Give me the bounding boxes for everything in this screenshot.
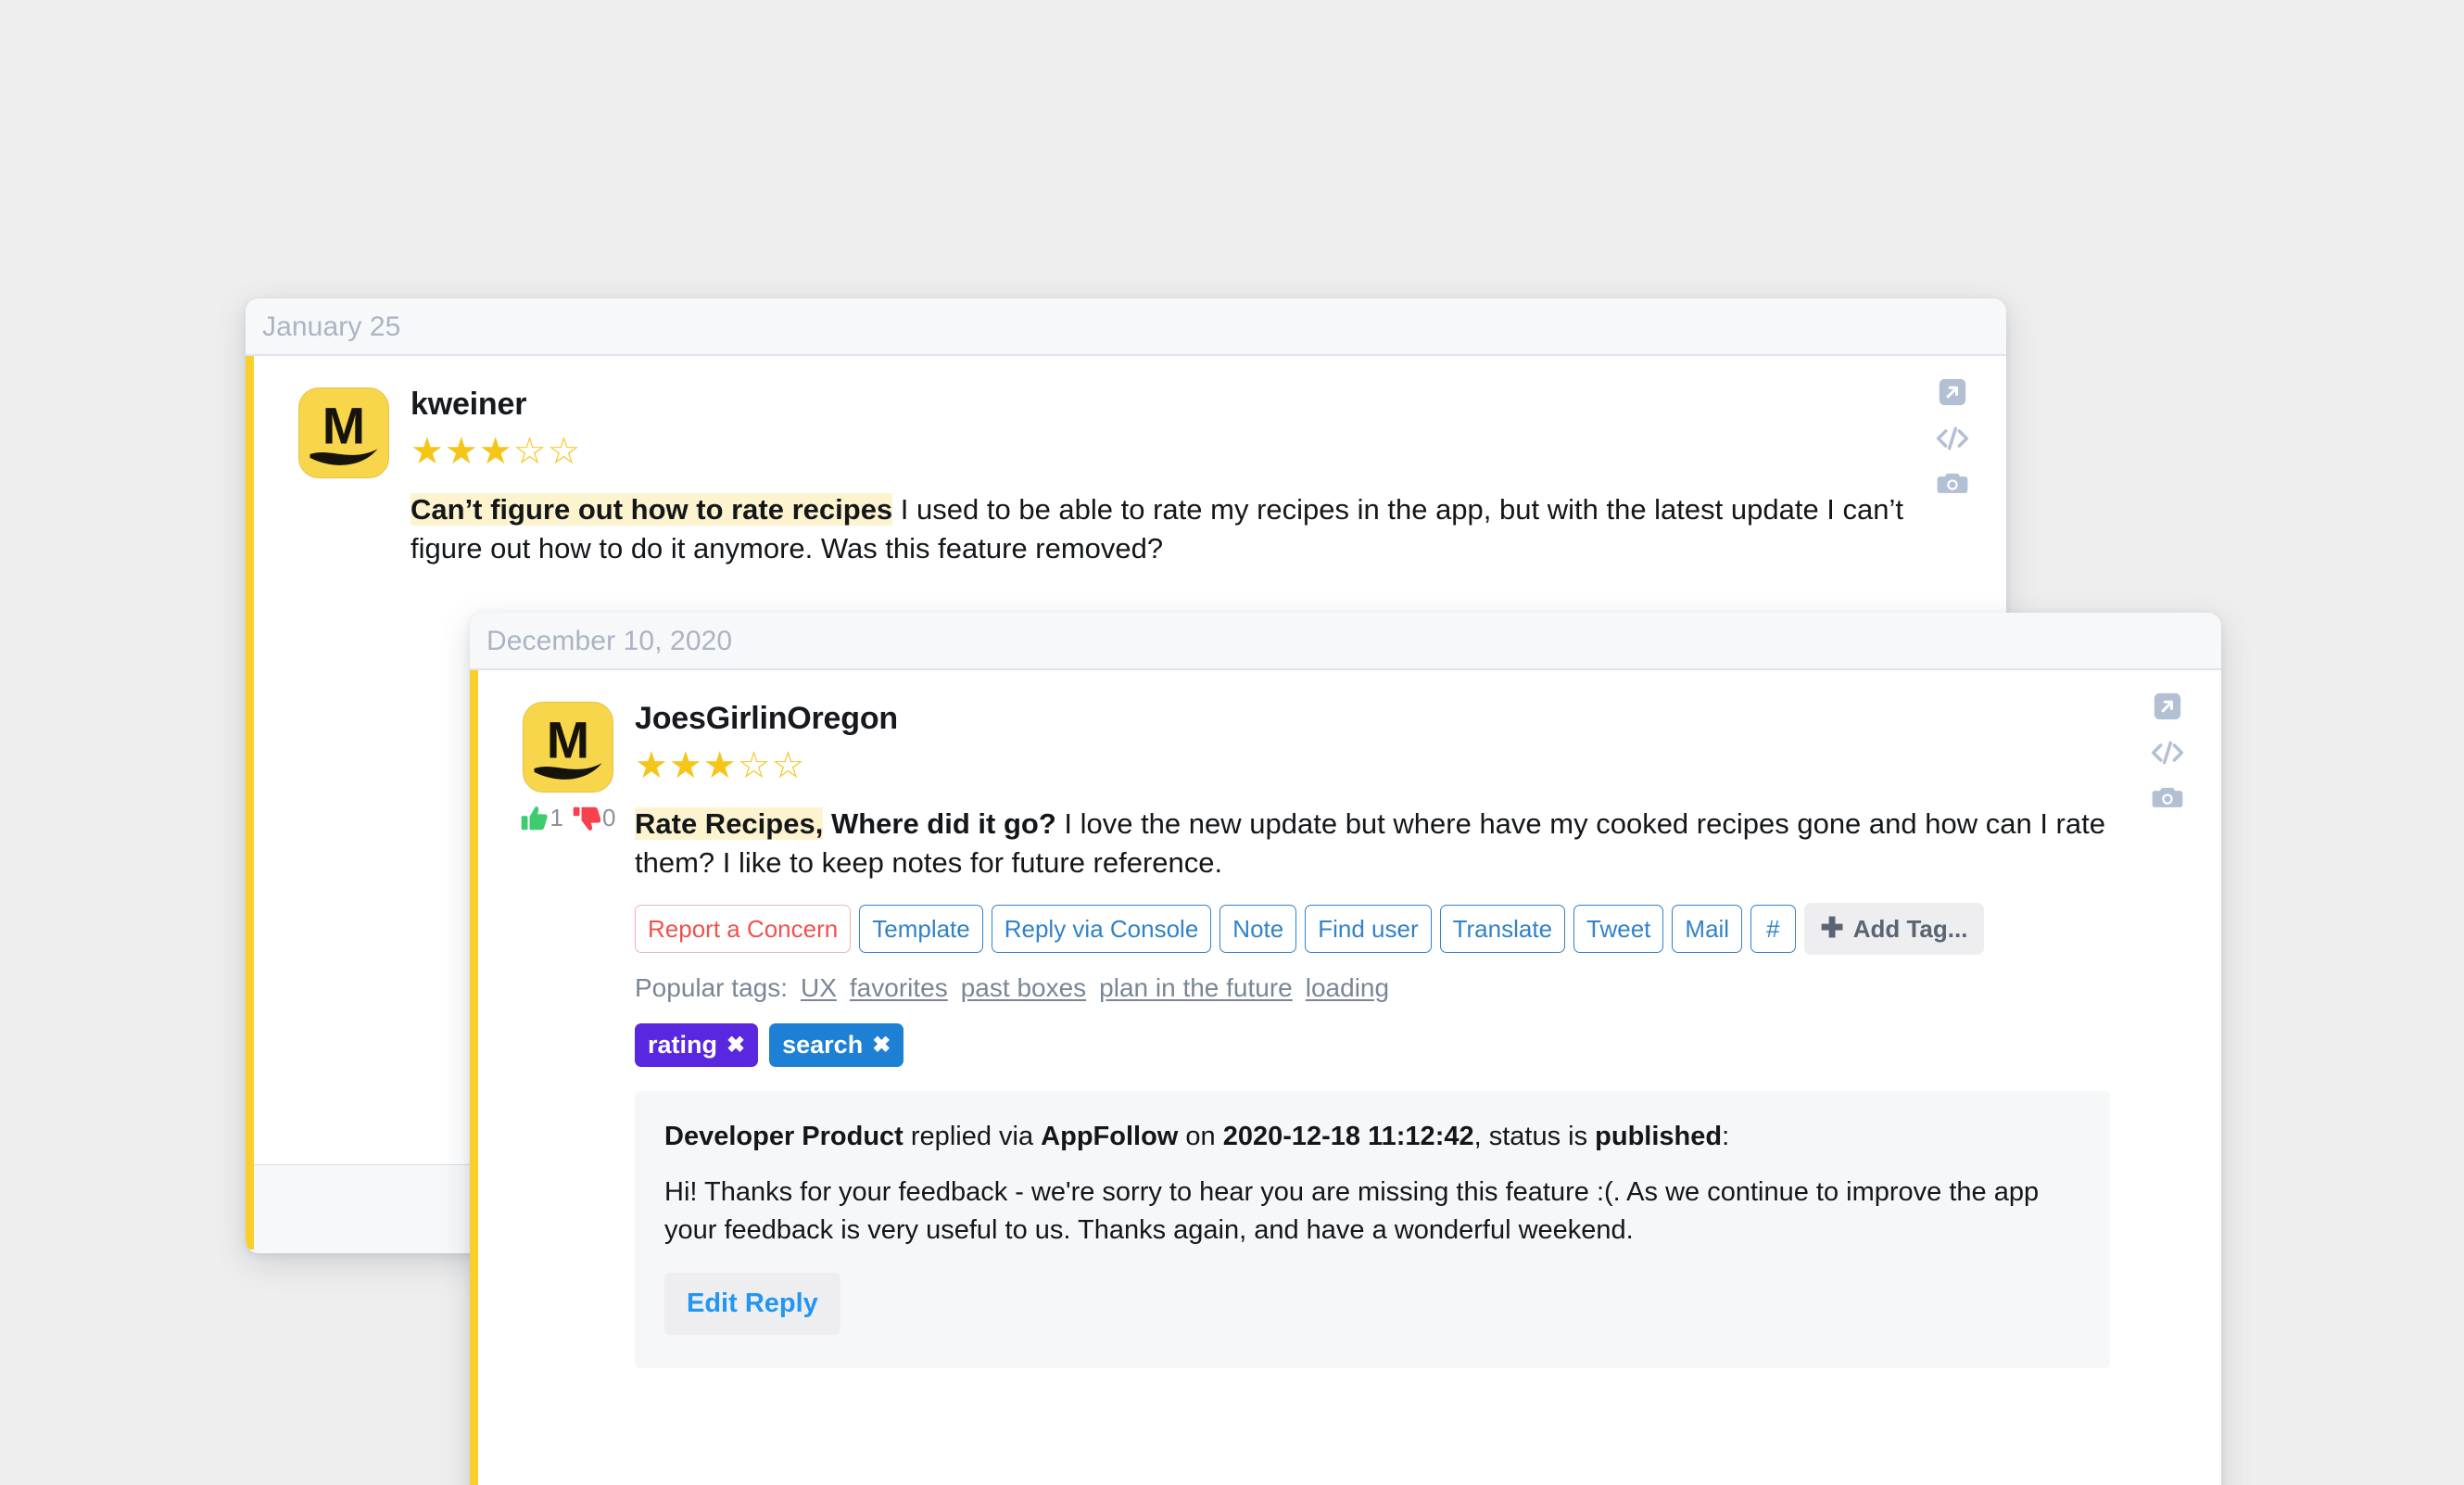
review-text: Rate Recipes, Where did it go? I love th… bbox=[635, 805, 2110, 882]
add-tag-label: Add Tag... bbox=[1852, 915, 1968, 944]
reply-timestamp: 2020-12-18 11:12:42 bbox=[1222, 1122, 1474, 1152]
review-title: Can’t figure out how to rate recipes bbox=[411, 493, 893, 527]
review-author: JoesGirlinOregon bbox=[635, 701, 898, 736]
reply-mid-2: on bbox=[1178, 1122, 1223, 1152]
popular-tags: Popular tags: UX favorites past boxes pl… bbox=[635, 973, 2110, 1003]
svg-text:M: M bbox=[322, 398, 365, 455]
popular-tag-plan-in-the-future[interactable]: plan in the future bbox=[1099, 973, 1293, 1003]
review-date: January 25 bbox=[262, 311, 401, 342]
popular-tag-past-boxes[interactable]: past boxes bbox=[961, 973, 1086, 1003]
developer-reply: Developer Product replied via AppFollow … bbox=[635, 1091, 2110, 1369]
code-icon[interactable] bbox=[2149, 737, 2186, 768]
reply-meta: Developer Product replied via AppFollow … bbox=[664, 1119, 2080, 1155]
reply-author: Developer Product bbox=[664, 1122, 903, 1152]
review-title-highlight: Rate Recipes, bbox=[635, 807, 824, 841]
camera-icon[interactable] bbox=[1936, 469, 1969, 497]
applied-tags: rating ✖ search ✖ bbox=[635, 1023, 2110, 1068]
reply-via-console-button[interactable]: Reply via Console bbox=[991, 905, 1212, 954]
add-tag-button[interactable]: ✚ Add Tag... bbox=[1803, 903, 1985, 956]
reply-colon: : bbox=[1722, 1122, 1730, 1152]
thumbs-down-vote[interactable]: 0 bbox=[573, 804, 615, 832]
mail-button[interactable]: Mail bbox=[1672, 905, 1743, 954]
star-rating: ★★★☆☆ bbox=[635, 745, 806, 787]
reply-status: published bbox=[1595, 1122, 1723, 1152]
remove-tag-icon[interactable]: ✖ bbox=[872, 1034, 891, 1057]
open-external-icon[interactable] bbox=[2152, 691, 2183, 722]
thumbs-up-count: 1 bbox=[550, 804, 563, 831]
reply-via: AppFollow bbox=[1041, 1122, 1179, 1152]
review-action-rail bbox=[2149, 691, 2186, 811]
remove-tag-icon[interactable]: ✖ bbox=[727, 1034, 745, 1057]
code-icon[interactable] bbox=[1934, 423, 1971, 454]
thumbs-down-count: 0 bbox=[602, 804, 616, 831]
review-author: kweiner bbox=[411, 387, 527, 422]
review-title-rest: Where did it go? bbox=[823, 807, 1056, 841]
avatar-column: M bbox=[246, 387, 411, 478]
popular-tag-favorites[interactable]: favorites bbox=[850, 973, 948, 1003]
tag-chip-search[interactable]: search ✖ bbox=[769, 1023, 904, 1068]
review-actions: Report a Concern Template Reply via Cons… bbox=[635, 903, 2110, 956]
template-button[interactable]: Template bbox=[859, 905, 983, 954]
review-action-rail bbox=[1934, 376, 1971, 497]
tweet-button[interactable]: Tweet bbox=[1573, 905, 1664, 954]
camera-icon[interactable] bbox=[2151, 783, 2184, 811]
reply-mid-3: , status is bbox=[1473, 1122, 1596, 1152]
tag-chip-rating[interactable]: rating ✖ bbox=[635, 1023, 759, 1068]
report-a-concern-button[interactable]: Report a Concern bbox=[635, 905, 852, 954]
hashtag-button[interactable]: # bbox=[1750, 905, 1796, 954]
vote-counts: 1 0 bbox=[521, 804, 615, 832]
reply-mid-1: replied via bbox=[903, 1122, 1042, 1152]
review-date: December 10, 2020 bbox=[486, 626, 733, 656]
avatar-column: M 1 0 bbox=[470, 702, 635, 832]
review-card-joesgirlinoregon: December 10, 2020 M 1 0 JoesGirlinOregon… bbox=[470, 613, 2221, 1485]
tag-chip-label: rating bbox=[648, 1031, 718, 1060]
thumbs-up-vote[interactable]: 1 bbox=[521, 804, 563, 832]
star-rating: ★★★☆☆ bbox=[411, 431, 582, 473]
mealime-app-icon: M bbox=[523, 702, 613, 793]
plus-icon: ✚ bbox=[1820, 913, 1844, 945]
note-button[interactable]: Note bbox=[1219, 905, 1297, 954]
find-user-button[interactable]: Find user bbox=[1305, 905, 1432, 954]
open-external-icon[interactable] bbox=[1937, 376, 1968, 408]
mealime-app-icon: M bbox=[298, 387, 389, 478]
translate-button[interactable]: Translate bbox=[1439, 905, 1566, 954]
reply-body: Hi! Thanks for your feedback - we're sor… bbox=[664, 1177, 2040, 1245]
review-text: Can’t figure out how to rate recipes I u… bbox=[411, 490, 1978, 568]
edit-reply-button[interactable]: Edit Reply bbox=[664, 1273, 840, 1336]
popular-tag-loading[interactable]: loading bbox=[1306, 973, 1389, 1003]
review-card-body: M 1 0 JoesGirlinOregon ★★★☆☆ Rate Recipe… bbox=[470, 668, 2221, 1485]
popular-tag-ux[interactable]: UX bbox=[801, 973, 837, 1003]
tag-chip-label: search bbox=[782, 1031, 864, 1060]
popular-tags-label: Popular tags: bbox=[635, 973, 788, 1003]
svg-text:M: M bbox=[547, 712, 589, 769]
